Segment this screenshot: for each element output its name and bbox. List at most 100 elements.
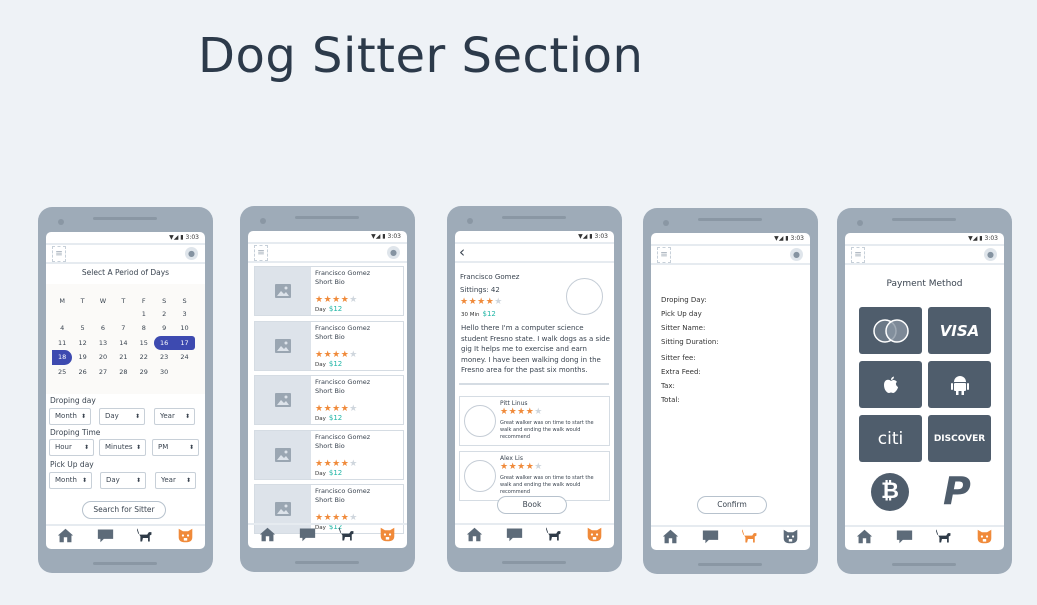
calendar-day[interactable]: 16: [153, 335, 175, 350]
sitter-list-item[interactable]: Francisco Gomez Short Bio ★★★★★ Day $12: [254, 429, 404, 480]
android-icon: [950, 375, 969, 395]
chat-icon: [506, 528, 523, 542]
summary-field-label: Extra Feed:: [661, 368, 701, 376]
calendar: M T W T F S S 1 2 3 4 5 6 7 8 9 10 11 12 13 14 15 16 17 18 19 20 21…: [46, 284, 205, 394]
nav-messages[interactable]: [97, 527, 114, 548]
calendar-day[interactable]: 26: [72, 365, 92, 380]
nav-sitter[interactable]: [177, 527, 194, 548]
calendar-day[interactable]: 5: [72, 321, 92, 336]
menu-icon[interactable]: ≡: [851, 247, 865, 263]
calendar-day[interactable]: 1: [134, 307, 154, 322]
calendar-day[interactable]: 25: [52, 365, 72, 380]
menu-icon[interactable]: ≡: [657, 247, 671, 263]
profile-icon[interactable]: ●: [387, 246, 400, 259]
calendar-day[interactable]: 7: [113, 321, 133, 336]
sitter-list-item[interactable]: Francisco Gomez Short Bio ★★★★★ Day $12: [254, 320, 404, 371]
discover-button[interactable]: DISCOVER: [928, 415, 991, 462]
search-sitter-button[interactable]: Search for Sitter: [82, 501, 166, 519]
calendar-day[interactable]: 27: [93, 365, 113, 380]
back-arrow-icon[interactable]: ‹: [459, 244, 465, 261]
nav-walk[interactable]: [935, 528, 953, 549]
calendar-day[interactable]: 22: [134, 350, 154, 365]
citi-button[interactable]: citi: [859, 415, 922, 462]
calendar-day[interactable]: 6: [93, 321, 113, 336]
mastercard-button[interactable]: [859, 307, 922, 354]
pickup-month-select[interactable]: Month ⬍: [49, 472, 92, 489]
calendar-day[interactable]: 9: [154, 321, 174, 336]
profile-icon[interactable]: ●: [790, 248, 803, 261]
nav-walk[interactable]: [741, 528, 759, 549]
weekday-label: F: [141, 297, 146, 305]
calendar-day[interactable]: 18: [52, 350, 73, 365]
book-button[interactable]: Book: [497, 496, 567, 514]
sitter-price: Day $12: [315, 468, 343, 477]
nav-home[interactable]: [259, 526, 276, 547]
nav-home[interactable]: [856, 528, 873, 549]
weekday-label: S: [182, 297, 187, 305]
calendar-day[interactable]: 21: [113, 350, 133, 365]
nav-sitter[interactable]: [976, 528, 993, 549]
drop-ampm-select[interactable]: PM ⬍: [152, 439, 199, 456]
drop-year-select[interactable]: Year ⬍: [154, 408, 195, 425]
status-bar: ▼◢ ▮ 3:03: [371, 233, 401, 240]
drop-minutes-select[interactable]: Minutes ⬍: [99, 439, 146, 456]
calendar-day[interactable]: 29: [134, 365, 154, 380]
calendar-day[interactable]: 30: [154, 365, 174, 380]
summary-field-label: Sitter Name:: [661, 324, 706, 332]
nav-messages[interactable]: [506, 526, 523, 547]
sitter-list-item[interactable]: Francisco Gomez Short Bio ★★★★★ Day $12: [254, 375, 404, 425]
apple-pay-button[interactable]: [859, 361, 922, 408]
calendar-day[interactable]: 12: [72, 336, 92, 351]
calendar-day[interactable]: 15: [134, 336, 154, 351]
calendar-day[interactable]: 23: [154, 350, 174, 365]
menu-icon[interactable]: ≡: [52, 246, 66, 262]
profile-icon[interactable]: ●: [185, 247, 198, 260]
calendar-day[interactable]: 11: [52, 336, 72, 351]
nav-home[interactable]: [57, 527, 74, 548]
nav-sitter[interactable]: [379, 526, 396, 547]
sitter-price: 30 Min $12: [461, 310, 496, 318]
nav-messages[interactable]: [299, 526, 316, 547]
profile-icon[interactable]: ●: [984, 248, 997, 261]
calendar-day[interactable]: 19: [72, 350, 92, 365]
menu-icon[interactable]: ≡: [254, 245, 268, 261]
android-pay-button[interactable]: [928, 361, 991, 408]
pickup-day-select[interactable]: Day ⬍: [100, 472, 146, 489]
calendar-day[interactable]: 2: [154, 307, 174, 322]
calendar-day[interactable]: 20: [93, 350, 113, 365]
nav-sitter[interactable]: [586, 526, 603, 547]
bitcoin-button[interactable]: ₿: [871, 473, 909, 511]
summary-field-label: Sitter fee:: [661, 354, 696, 362]
sitter-list-item[interactable]: Francisco Gomez Short Bio ★★★★★ Day $12: [254, 266, 404, 316]
calendar-day[interactable]: 3: [174, 307, 194, 322]
nav-walk[interactable]: [545, 526, 563, 547]
drop-month-select[interactable]: Month ⬍: [49, 408, 91, 425]
nav-messages[interactable]: [702, 528, 719, 549]
confirm-button[interactable]: Confirm: [697, 496, 767, 514]
nav-sitter[interactable]: [782, 528, 799, 549]
calendar-day[interactable]: 24: [174, 350, 194, 365]
dog-face-icon: [380, 527, 394, 542]
calendar-day[interactable]: 13: [93, 336, 113, 351]
nav-home[interactable]: [466, 526, 483, 547]
phone-date-selection: ▼◢ ▮ 3:03 ≡ ● Select A Period of Days M T W…: [38, 207, 213, 573]
nav-home[interactable]: [662, 528, 679, 549]
dog-walker-icon: [338, 527, 354, 541]
calendar-day[interactable]: 28: [113, 365, 133, 380]
drop-hour-select[interactable]: Hour ⬍: [49, 439, 94, 456]
nav-walk[interactable]: [338, 526, 356, 547]
calendar-day[interactable]: 10: [174, 321, 194, 336]
calendar-day[interactable]: 8: [134, 321, 154, 336]
calendar-day[interactable]: 4: [52, 321, 72, 336]
rating-stars: ★★★★★: [315, 513, 358, 523]
nav-messages[interactable]: [896, 528, 913, 549]
calendar-day[interactable]: 17: [174, 335, 195, 350]
rating-stars: ★★★★★: [500, 407, 543, 417]
pickup-year-select[interactable]: Year ⬍: [155, 472, 196, 489]
nav-walk[interactable]: [136, 527, 154, 548]
drop-day-select[interactable]: Day ⬍: [99, 408, 145, 425]
paypal-button[interactable]: P: [943, 471, 971, 511]
calendar-day[interactable]: 14: [113, 336, 133, 351]
visa-button[interactable]: VISA: [928, 307, 991, 354]
mastercard-icon: [872, 318, 909, 343]
